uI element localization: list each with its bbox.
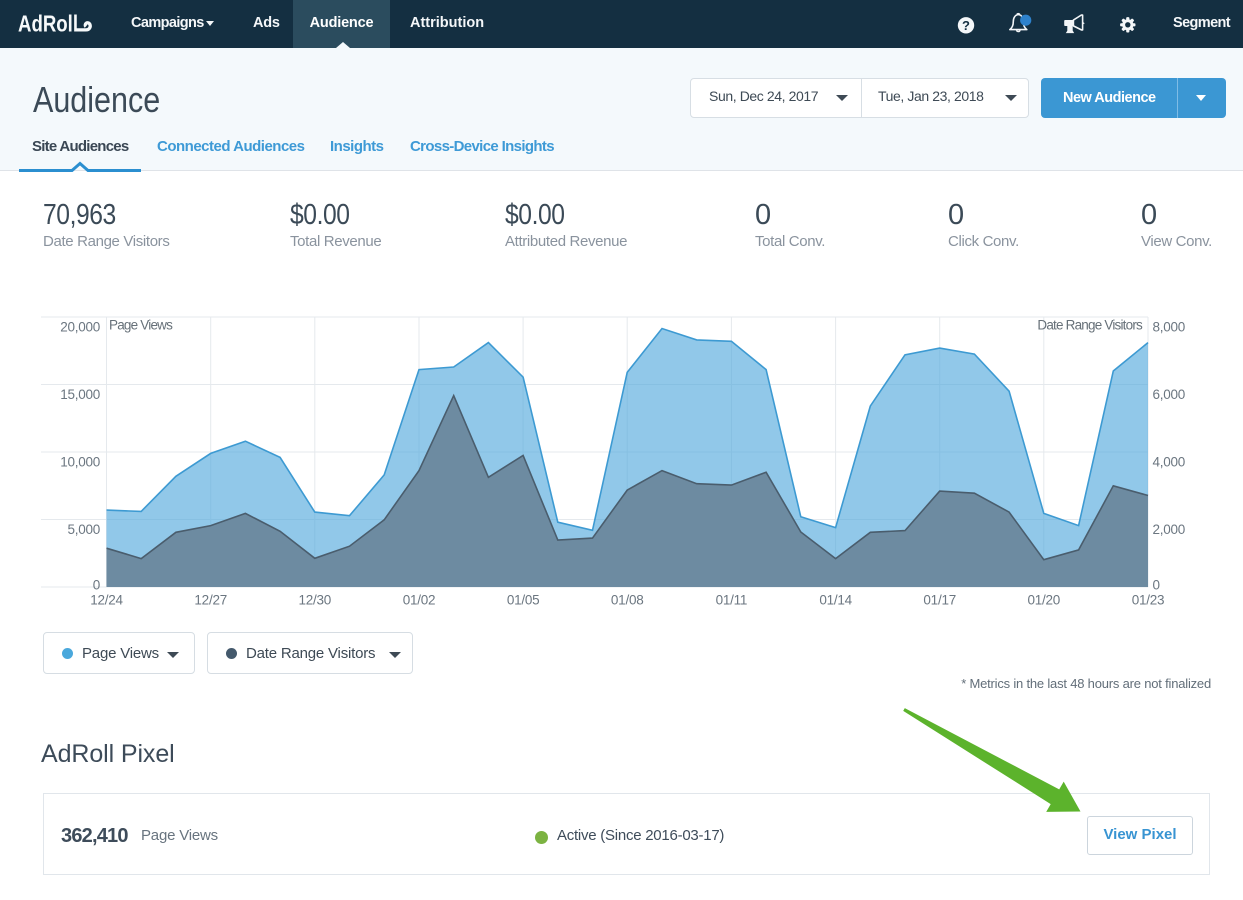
svg-text:01/23: 01/23: [1132, 593, 1165, 608]
svg-text:01/20: 01/20: [1028, 593, 1061, 608]
svg-text:5,000: 5,000: [67, 522, 100, 537]
svg-text:2,000: 2,000: [1153, 522, 1186, 537]
svg-text:15,000: 15,000: [60, 387, 100, 402]
svg-text:0: 0: [93, 578, 100, 593]
svg-text:01/08: 01/08: [611, 593, 644, 608]
svg-text:01/14: 01/14: [819, 593, 852, 608]
svg-text:01/02: 01/02: [403, 593, 436, 608]
svg-text:12/27: 12/27: [194, 593, 227, 608]
svg-text:01/17: 01/17: [923, 593, 956, 608]
svg-text:12/24: 12/24: [90, 593, 123, 608]
svg-text:01/05: 01/05: [507, 593, 540, 608]
svg-text:AdRoll: AdRoll: [18, 10, 78, 36]
svg-text:0: 0: [1153, 578, 1160, 593]
svg-text:?: ?: [962, 18, 970, 33]
svg-text:8,000: 8,000: [1153, 320, 1186, 335]
svg-text:Page Views: Page Views: [109, 318, 173, 333]
svg-text:20,000: 20,000: [60, 320, 100, 335]
svg-text:4,000: 4,000: [1153, 455, 1186, 470]
svg-text:12/30: 12/30: [299, 593, 332, 608]
svg-text:10,000: 10,000: [60, 455, 100, 470]
svg-text:6,000: 6,000: [1153, 387, 1186, 402]
svg-text:01/11: 01/11: [716, 593, 748, 608]
svg-text:Date Range Visitors: Date Range Visitors: [1037, 318, 1143, 333]
